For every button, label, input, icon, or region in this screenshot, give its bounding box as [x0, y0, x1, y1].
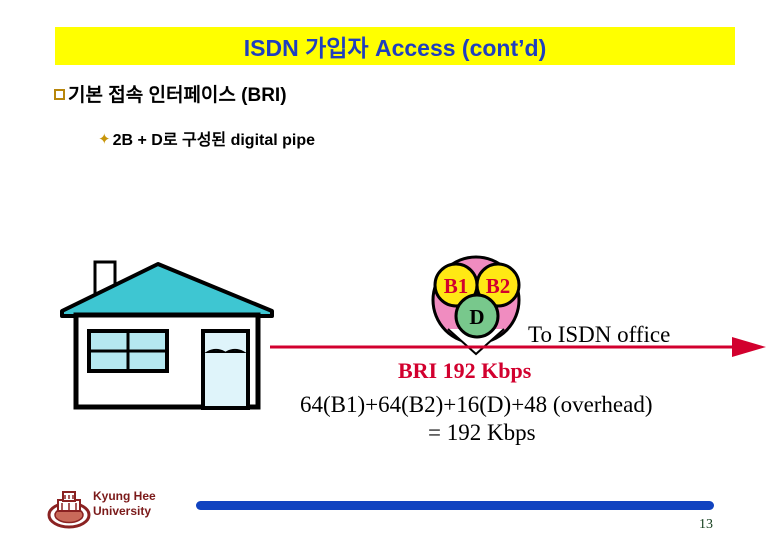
channel-d-label: D [469, 305, 484, 329]
kyung-hee-university-emblem-icon [47, 487, 91, 536]
house-door-fanlight-right [223, 348, 247, 353]
bullet-item-level2-label: 2B + D로 구성된 digital pipe [112, 132, 316, 149]
footer-university-line2: University [93, 504, 152, 518]
square-bullet-icon [54, 89, 66, 101]
bri-formula-line-2: = 192 Kbps [428, 420, 536, 445]
footer-university-line1: Kyung Hee [93, 489, 156, 503]
bullet-item-level2: ✦ 2B + D로 구성된 digital pipe [98, 126, 315, 150]
page-number: 13 [699, 517, 713, 532]
bri-formula-line-1: 64(B1)+64(B2)+16(D)+48 (overhead) [300, 392, 653, 417]
subscriber-house-illustration [58, 258, 288, 453]
footer-university-name: Kyung Hee University [93, 489, 156, 519]
bullet-item-level1-label: 기본 접속 인터페이스 (BRI) [68, 85, 287, 106]
to-isdn-office-label: To ISDN office [528, 322, 671, 347]
house-door [201, 329, 250, 410]
diamond-bullet-icon: ✦ [98, 130, 111, 148]
page-title: ISDN 가입자 Access (cont’d) [243, 35, 547, 61]
house-door-fanlight-left [204, 348, 228, 353]
channel-b2-label: B2 [486, 274, 511, 298]
bullet-item-level1: 기본 접속 인터페이스 (BRI) [54, 80, 287, 107]
bri-rate-label: BRI 192 Kbps [398, 358, 532, 383]
slide-title-bar: ISDN 가입자 Access (cont’d) [55, 27, 735, 65]
footer-accent-bar [196, 501, 714, 510]
arrow-head [732, 337, 766, 357]
channel-b1-label: B1 [444, 274, 469, 298]
